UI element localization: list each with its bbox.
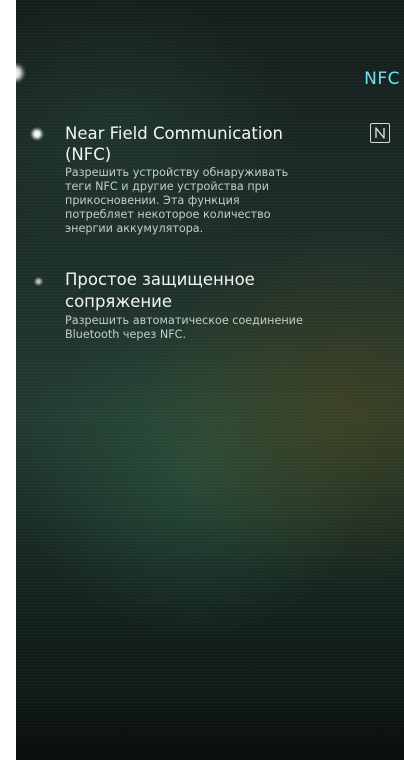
- background-texture: [16, 0, 404, 760]
- setting-nfc-description-line: энергии аккумулятора.: [65, 222, 204, 235]
- setting-pairing-title-line2: сопряжение: [65, 292, 173, 311]
- setting-pairing-description-line: Разрешить автоматическое соединение: [65, 314, 303, 327]
- setting-nfc-description-line: прикосновении. Эта функция: [65, 194, 240, 207]
- setting-pairing-description-line: Bluetooth через NFC.: [65, 328, 187, 341]
- setting-nfc-description-line: теги NFC и другие устройства при: [65, 180, 270, 193]
- secure-pairing-toggle-indicator[interactable]: [34, 277, 43, 286]
- setting-nfc-description-line: Разрешить устройству обнаруживать: [65, 166, 289, 179]
- setting-pairing-title-line1: Простое защищенное: [65, 270, 255, 289]
- setting-nfc-title-line2: (NFC): [65, 145, 112, 164]
- bottom-fade: [16, 700, 404, 760]
- setting-nfc-title-line1: Near Field Communication: [65, 124, 284, 143]
- setting-nfc-description-line: потребляет некоторое количество: [65, 208, 271, 221]
- page-title: NFC: [364, 69, 400, 89]
- back-button-glow-icon[interactable]: [16, 62, 26, 84]
- nfc-settings-screen: NFC Near Field Communication (NFC) Разре…: [16, 0, 404, 760]
- nfc-toggle-indicator[interactable]: [30, 127, 44, 141]
- nfc-n-icon: [370, 123, 390, 143]
